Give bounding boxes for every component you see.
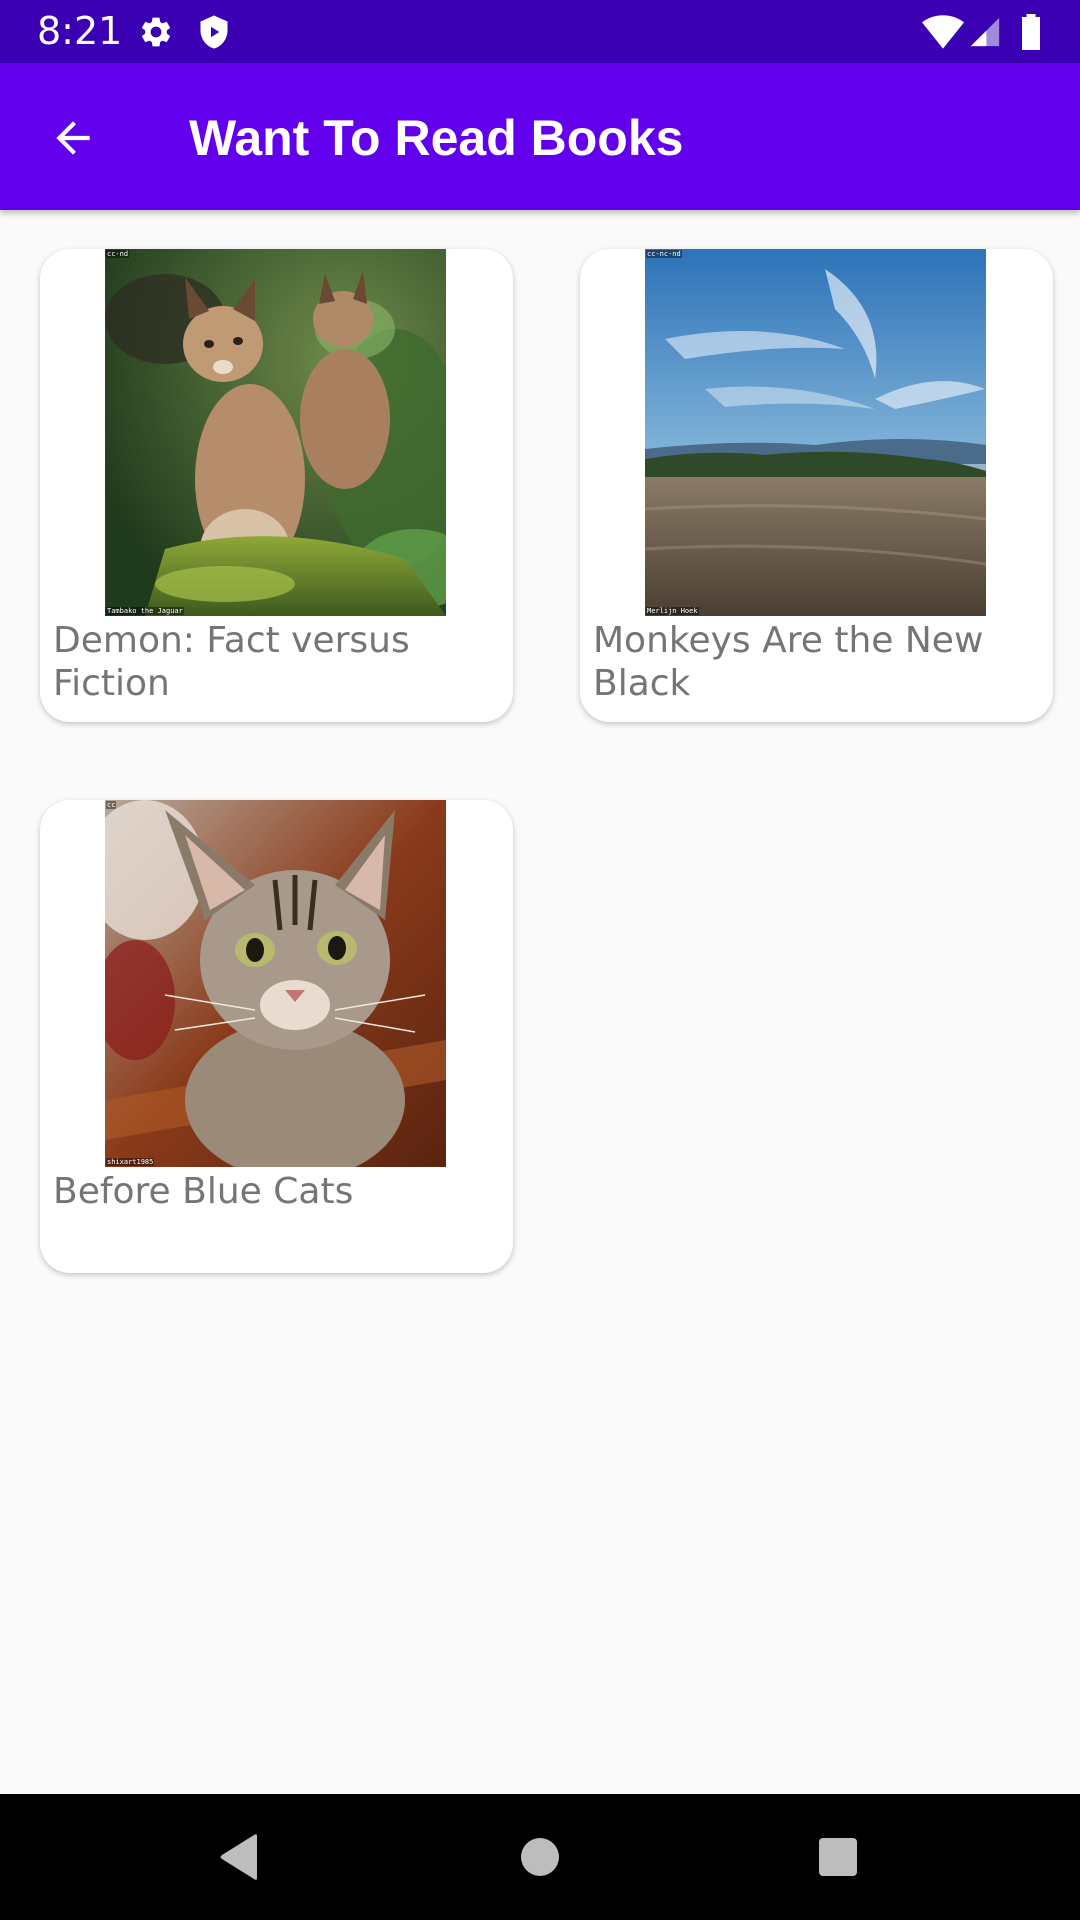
back-triangle-icon (220, 1834, 257, 1880)
cover-credit-text: Merlijn Hoek (646, 607, 699, 615)
book-cover-image: cc-nd Tambako the Jaguar (105, 249, 446, 616)
nav-back-button[interactable] (206, 1824, 272, 1890)
battery-icon (1018, 14, 1044, 50)
shield-icon (196, 14, 232, 50)
app-bar: Want To Read Books (0, 63, 1080, 210)
arrow-left-icon (56, 121, 90, 155)
book-card[interactable]: cc-nd Tambako the Jaguar Demon: Fact ver… (40, 249, 513, 722)
status-bar: 8:21 (0, 0, 1080, 63)
back-button[interactable] (40, 105, 106, 171)
nav-home-button[interactable] (507, 1824, 573, 1890)
wifi-icon (922, 14, 964, 50)
recents-square-icon (819, 1838, 857, 1876)
cover-credit-text: shixart1985 (106, 1158, 155, 1166)
book-title: Before Blue Cats (53, 1171, 354, 1212)
cover-license-text: cc (106, 801, 117, 809)
cover-license-text: cc-nd (106, 250, 130, 258)
book-title: Demon: Fact versus Fiction (53, 620, 410, 704)
book-card[interactable]: cc-nc-nd Merlijn Hoek Monkeys Are the Ne… (580, 249, 1053, 722)
cover-credit-text: Tambako the Jaguar (106, 607, 184, 615)
cover-license-text: cc-nc-nd (646, 250, 682, 258)
signal-icon (968, 14, 1002, 50)
book-cover-image: cc-nc-nd Merlijn Hoek (645, 249, 986, 616)
book-title: Monkeys Are the New Black (593, 620, 984, 704)
page-title: Want To Read Books (189, 110, 684, 166)
home-circle-icon (521, 1838, 559, 1876)
nav-recents-button[interactable] (805, 1824, 871, 1890)
status-time: 8:21 (37, 9, 123, 53)
book-card[interactable]: cc shixart1985 Before Blue Cats (40, 800, 513, 1273)
book-cover-image: cc shixart1985 (105, 800, 446, 1167)
gear-icon (138, 14, 174, 50)
navigation-bar (0, 1794, 1080, 1920)
